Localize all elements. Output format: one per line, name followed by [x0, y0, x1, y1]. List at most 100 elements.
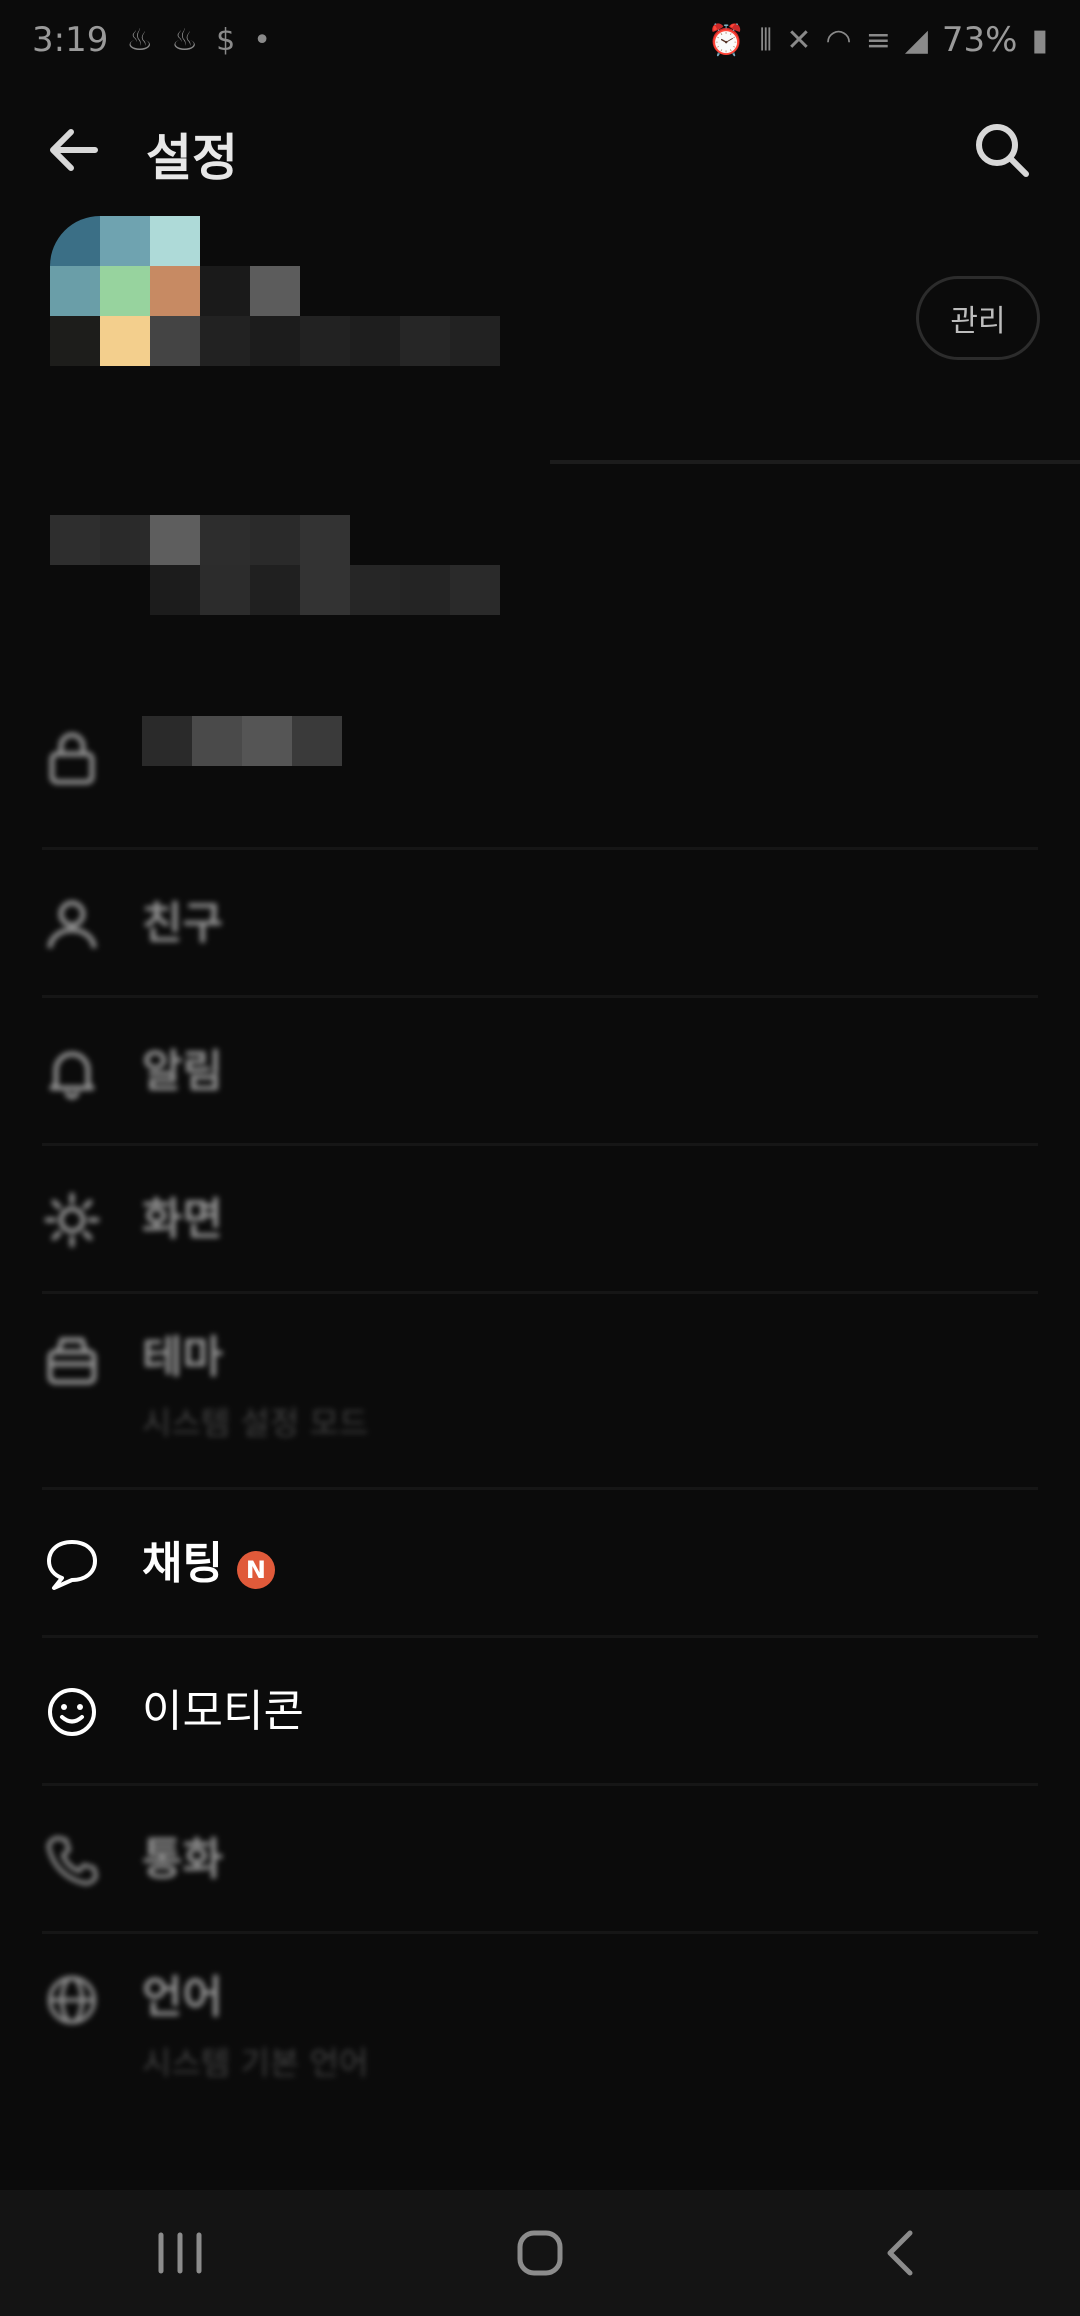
pixel-block	[200, 266, 250, 316]
privacy-obscured	[142, 716, 352, 766]
smiley-icon	[44, 1684, 100, 1740]
lock-icon	[44, 730, 100, 786]
menu-label: 테마	[142, 1332, 223, 1383]
menu-text: 채팅 N	[142, 1536, 275, 1593]
alarm-icon: ⏰	[707, 22, 746, 58]
dot-icon: •	[253, 22, 271, 58]
menu-item-chat[interactable]: 채팅 N	[0, 1490, 1080, 1638]
menu-sublabel: 시스템 기본 언어	[142, 2044, 369, 2082]
pixel-block	[300, 565, 350, 615]
menu-item-friends[interactable]: 친구	[0, 850, 1080, 998]
menu-text: 화면	[142, 1192, 223, 1248]
status-bar: 3:19 ♨ ♨ $ • ⏰ ⦀ ✕ ◠ ≡ ◢ 73% ▮	[0, 0, 1080, 80]
pixel-block	[150, 266, 200, 316]
recent-apps-icon	[158, 2232, 202, 2274]
pixel-block	[142, 716, 192, 766]
pixel-block	[400, 565, 450, 615]
menu-item-call[interactable]: 통화	[0, 1786, 1080, 1934]
menu-label: 화면	[142, 1194, 223, 1245]
nav-back-button[interactable]	[840, 2203, 960, 2303]
phone-icon	[44, 1832, 100, 1888]
search-button[interactable]	[962, 110, 1042, 190]
recent-apps-button[interactable]	[120, 2203, 240, 2303]
menu-label: 언어	[142, 1972, 223, 2023]
battery-icon: ▮	[1031, 22, 1048, 58]
home-button[interactable]	[480, 2203, 600, 2303]
pixel-block	[150, 565, 200, 615]
menu-item-emoticon[interactable]: 이모티콘	[0, 1638, 1080, 1786]
fire-icon: ♨	[171, 22, 199, 58]
pixel-block	[50, 316, 100, 366]
menu-text: 알림	[142, 1044, 223, 1100]
menu-text: 테마 시스템 설정 모드	[142, 1330, 368, 1444]
status-time: 3:19	[32, 20, 109, 60]
new-badge: N	[236, 1550, 275, 1589]
vibrate-icon: ⦀	[759, 22, 773, 58]
bell-icon	[44, 1044, 100, 1100]
menu-label: 통화	[142, 1834, 223, 1885]
pixel-block	[242, 716, 292, 766]
lte-icon: ≡	[865, 22, 891, 58]
manage-button[interactable]: 관리	[916, 276, 1040, 360]
pixel-block	[250, 266, 300, 316]
pixel-block	[400, 316, 450, 366]
menu-item-language[interactable]: 언어 시스템 기본 언어	[0, 1934, 1080, 2130]
pixel-block	[50, 266, 100, 316]
menu-item-privacy[interactable]	[0, 690, 1080, 850]
profile-section[interactable]: 관리	[0, 210, 1080, 615]
manage-label: 관리	[950, 304, 1006, 339]
menu-text: 이모티콘	[142, 1684, 304, 1740]
menu-item-notifications[interactable]: 알림	[0, 998, 1080, 1146]
pixel-block	[100, 216, 150, 266]
profile-image-obscured	[50, 216, 500, 366]
menu-text: 친구	[142, 896, 223, 952]
dollar-icon: $	[216, 22, 236, 58]
menu-item-display[interactable]: 화면	[0, 1146, 1080, 1294]
chat-bubble-icon	[44, 1536, 100, 1592]
pixel-block	[300, 515, 350, 565]
menu-text: 통화	[142, 1832, 223, 1888]
pixel-block	[192, 716, 242, 766]
home-icon	[517, 2230, 563, 2276]
app-bar: 설정	[0, 100, 1080, 210]
menu-item-theme[interactable]: 테마 시스템 설정 모드	[0, 1294, 1080, 1490]
page-title: 설정	[146, 129, 238, 187]
pixel-block	[300, 316, 350, 366]
pixel-block	[100, 266, 150, 316]
pixel-block	[250, 515, 300, 565]
pixel-block	[292, 716, 342, 766]
menu-label: 알림	[142, 1046, 223, 1097]
status-right: ⏰ ⦀ ✕ ◠ ≡ ◢ 73% ▮	[708, 20, 1048, 60]
signal-icon: ◢	[904, 22, 928, 58]
search-icon	[976, 124, 1029, 177]
pixel-block	[200, 316, 250, 366]
pixel-block	[350, 316, 400, 366]
menu-sublabel: 시스템 설정 모드	[142, 1404, 369, 1442]
pixel-block	[50, 216, 100, 266]
arrow-left-icon	[50, 129, 98, 171]
back-icon	[887, 2230, 913, 2276]
menu-text: 언어 시스템 기본 언어	[142, 1970, 368, 2084]
fire-icon: ♨	[126, 22, 154, 58]
pixel-block	[200, 565, 250, 615]
pixel-block	[150, 316, 200, 366]
battery-percent: 73%	[941, 20, 1018, 60]
pixel-block	[50, 515, 100, 565]
mute-icon: ✕	[786, 22, 812, 58]
pixel-block	[450, 565, 500, 615]
divider	[550, 460, 1080, 464]
back-button[interactable]	[38, 115, 108, 185]
pixel-block	[350, 565, 400, 615]
pixel-block	[150, 216, 200, 266]
pixel-block	[200, 515, 250, 565]
menu-label: 채팅	[142, 1538, 223, 1589]
menu-label: 이모티콘	[142, 1686, 304, 1737]
brightness-icon	[44, 1192, 100, 1248]
pixel-block	[450, 316, 500, 366]
wifi-icon: ◠	[825, 22, 852, 58]
theme-icon	[44, 1332, 100, 1388]
pixel-block	[100, 515, 150, 565]
pixel-block	[250, 316, 300, 366]
menu-label: 친구	[142, 898, 223, 949]
pixel-block	[150, 515, 200, 565]
